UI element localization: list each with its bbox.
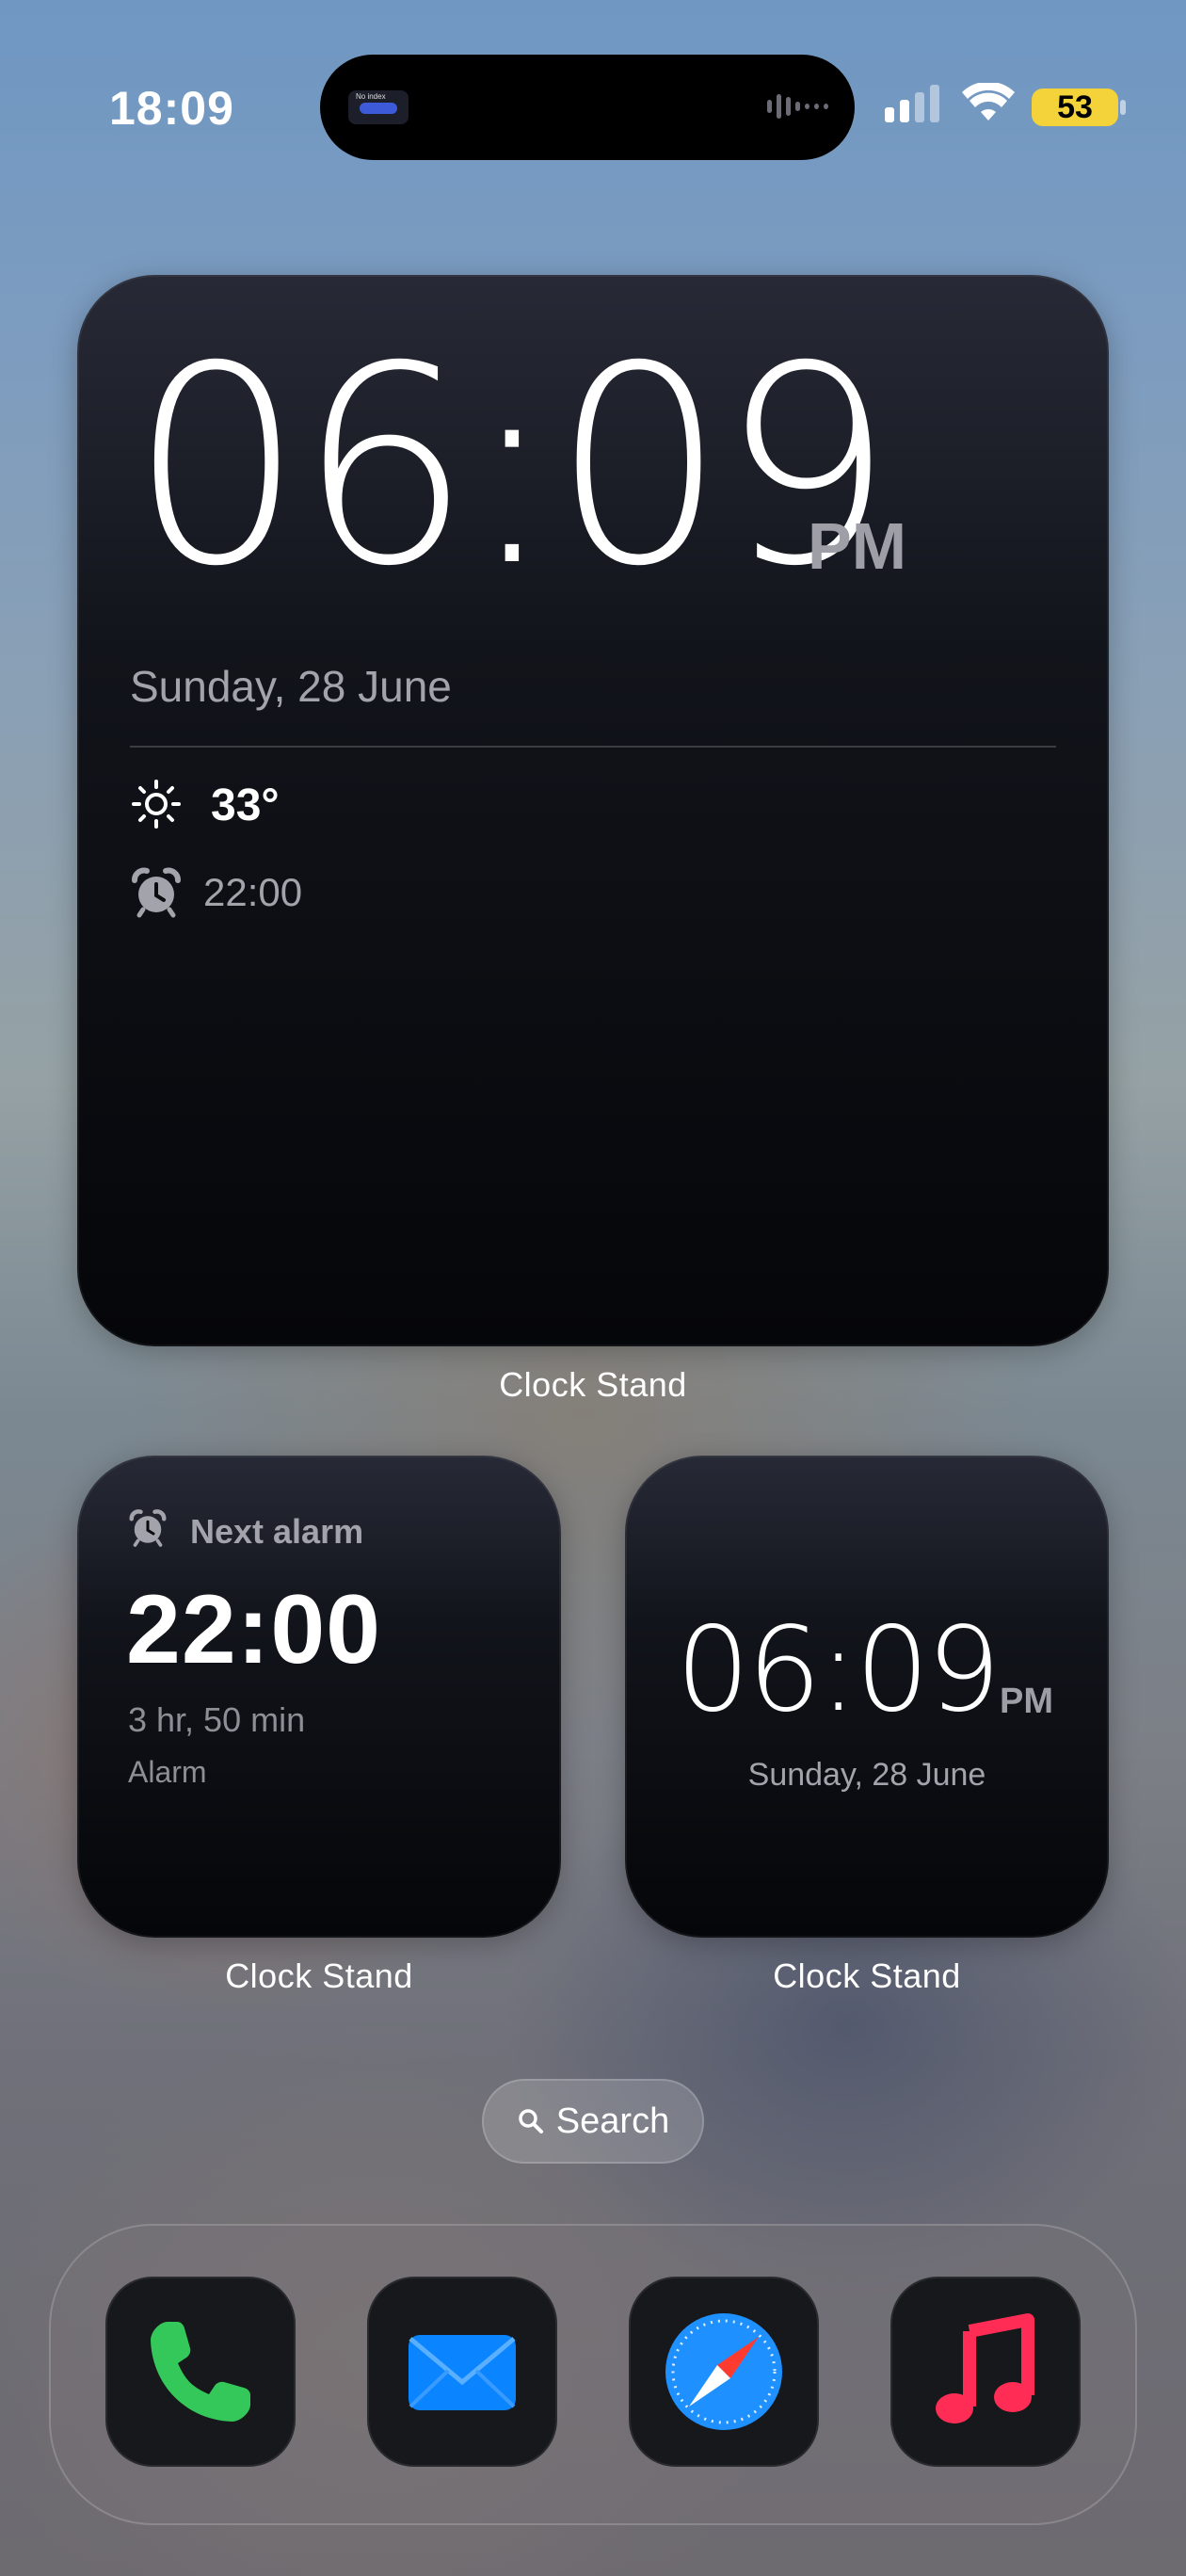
alarm-clock-icon (132, 867, 181, 918)
cellular-signal-icon (885, 85, 939, 122)
next-alarm-time: 22:00 (126, 1575, 381, 1684)
divider (130, 746, 1056, 748)
clock-stand-next-alarm-widget[interactable]: Next alarm 22:00 3 hr, 50 min Alarm (77, 1456, 561, 1938)
audio-waveform-icon (767, 92, 828, 121)
safari-app-icon[interactable] (629, 2277, 819, 2467)
wifi-icon (962, 83, 1015, 121)
small-clock-ampm: PM (1000, 1682, 1053, 1721)
widget-label: Clock Stand (773, 1956, 961, 1995)
widget-label: Clock Stand (499, 1365, 687, 1404)
small-clock-time: 06:09 (676, 1602, 1001, 1738)
temperature: 33° (211, 781, 280, 830)
music-app-icon[interactable] (890, 2277, 1081, 2467)
dynamic-island[interactable]: No index (320, 55, 855, 160)
next-alarm-remaining: 3 hr, 50 min (128, 1700, 306, 1739)
phone-app-icon[interactable] (105, 2277, 296, 2467)
clock-stand-small-clock-widget[interactable]: 06:09 PM Sunday, 28 June (625, 1456, 1109, 1938)
phone-icon (151, 2322, 250, 2422)
alarm-clock-icon (129, 1509, 167, 1547)
sun-icon (132, 780, 181, 829)
search-label: Search (555, 2101, 670, 2141)
next-alarm-title: Next alarm (190, 1512, 364, 1551)
search-icon (519, 2109, 543, 2133)
widget-label: Clock Stand (225, 1956, 413, 1995)
small-clock-date: Sunday, 28 June (747, 1757, 986, 1793)
battery-tip (1120, 100, 1126, 115)
large-clock-date: Sunday, 28 June (130, 662, 452, 711)
battery-indicator: 53 (1032, 89, 1118, 126)
music-icon (936, 2313, 1034, 2423)
search-button[interactable]: Search (482, 2079, 704, 2164)
clock-stand-large-widget[interactable]: 06:09 PM Sunday, 28 June 33° 22:00 (77, 275, 1109, 1346)
mail-app-icon[interactable] (367, 2277, 557, 2467)
dock (49, 2224, 1137, 2525)
alarm-time: 22:00 (203, 870, 303, 914)
mail-icon (409, 2335, 516, 2410)
safari-icon (665, 2313, 782, 2430)
large-clock-time: 06:09 (130, 309, 894, 626)
large-clock-ampm: PM (808, 509, 906, 583)
next-alarm-name: Alarm (128, 1755, 207, 1789)
now-playing-thumbnail: No index (348, 90, 409, 124)
status-time: 18:09 (109, 82, 234, 135)
